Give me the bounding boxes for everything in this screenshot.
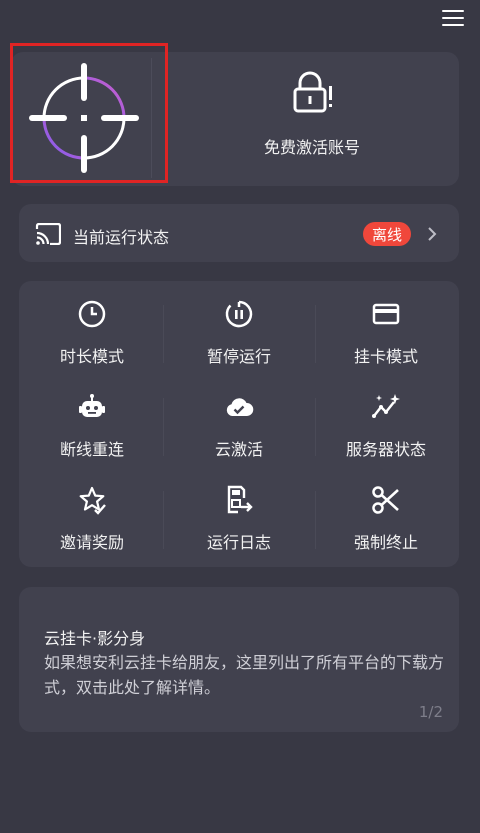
selection-highlight-box [10,43,168,183]
star-check-icon [79,486,106,515]
info-title: 云挂卡·影分身 [44,629,146,648]
grid-item-label: 服务器状态 [345,440,426,459]
grid-item-duration-mode[interactable]: 时长模式 [19,299,165,367]
activate-account-button[interactable]: 免费激活账号 [212,70,412,158]
hamburger-menu-icon[interactable] [442,10,464,26]
pause-timer-icon [225,300,253,328]
grid-item-pause[interactable]: 暂停运行 [166,299,312,367]
robot-icon [79,394,105,417]
status-label: 当前运行状态 [73,228,170,247]
grid-item-label: 云激活 [214,440,263,459]
activate-label: 免费激活账号 [263,138,360,157]
scissors-icon [372,486,399,514]
page-indicator: 1/2 [418,703,443,721]
grid-item-card-mode[interactable]: 挂卡模式 [313,299,459,367]
grid-item-server-status[interactable]: 服务器状态 [313,392,459,460]
info-body: 如果想安利云挂卡给朋友，这里列出了所有平台的下载方式，双击此处了解详情。 [44,653,445,697]
card-icon [372,303,400,325]
grid-item-label: 强制终止 [353,533,418,552]
grid-item-label: 运行日志 [206,533,271,552]
run-status-row[interactable]: 当前运行状态 离线 [19,204,459,262]
lock-alert-icon [293,71,332,113]
grid-item-reconnect[interactable]: 断线重连 [19,392,165,460]
trend-sparkle-icon [372,394,400,418]
grid-item-label: 暂停运行 [206,347,271,366]
grid-item-cloud-activate[interactable]: 云激活 [166,392,312,460]
clock-icon [78,300,106,328]
grid-item-label: 挂卡模式 [353,347,418,366]
cast-icon [35,223,61,245]
grid-item-label: 时长模式 [59,347,124,366]
cloud-check-icon [226,398,254,416]
grid-item-invite-reward[interactable]: 邀请奖励 [19,485,165,553]
grid-item-label: 断线重连 [59,440,124,459]
function-grid: 时长模式 暂停运行 挂卡模式 断线重连 云激活 服务器状态 邀请奖励 运行日志 … [19,281,459,567]
grid-item-label: 邀请奖励 [59,533,124,552]
chevron-right-icon[interactable] [427,226,437,242]
grid-item-force-stop[interactable]: 强制终止 [313,485,459,553]
status-badge: 离线 [363,222,411,246]
log-export-icon [227,485,253,514]
info-banner[interactable]: 云挂卡·影分身 如果想安利云挂卡给朋友，这里列出了所有平台的下载方式，双击此处了… [19,587,459,732]
grid-item-run-log[interactable]: 运行日志 [166,485,312,553]
